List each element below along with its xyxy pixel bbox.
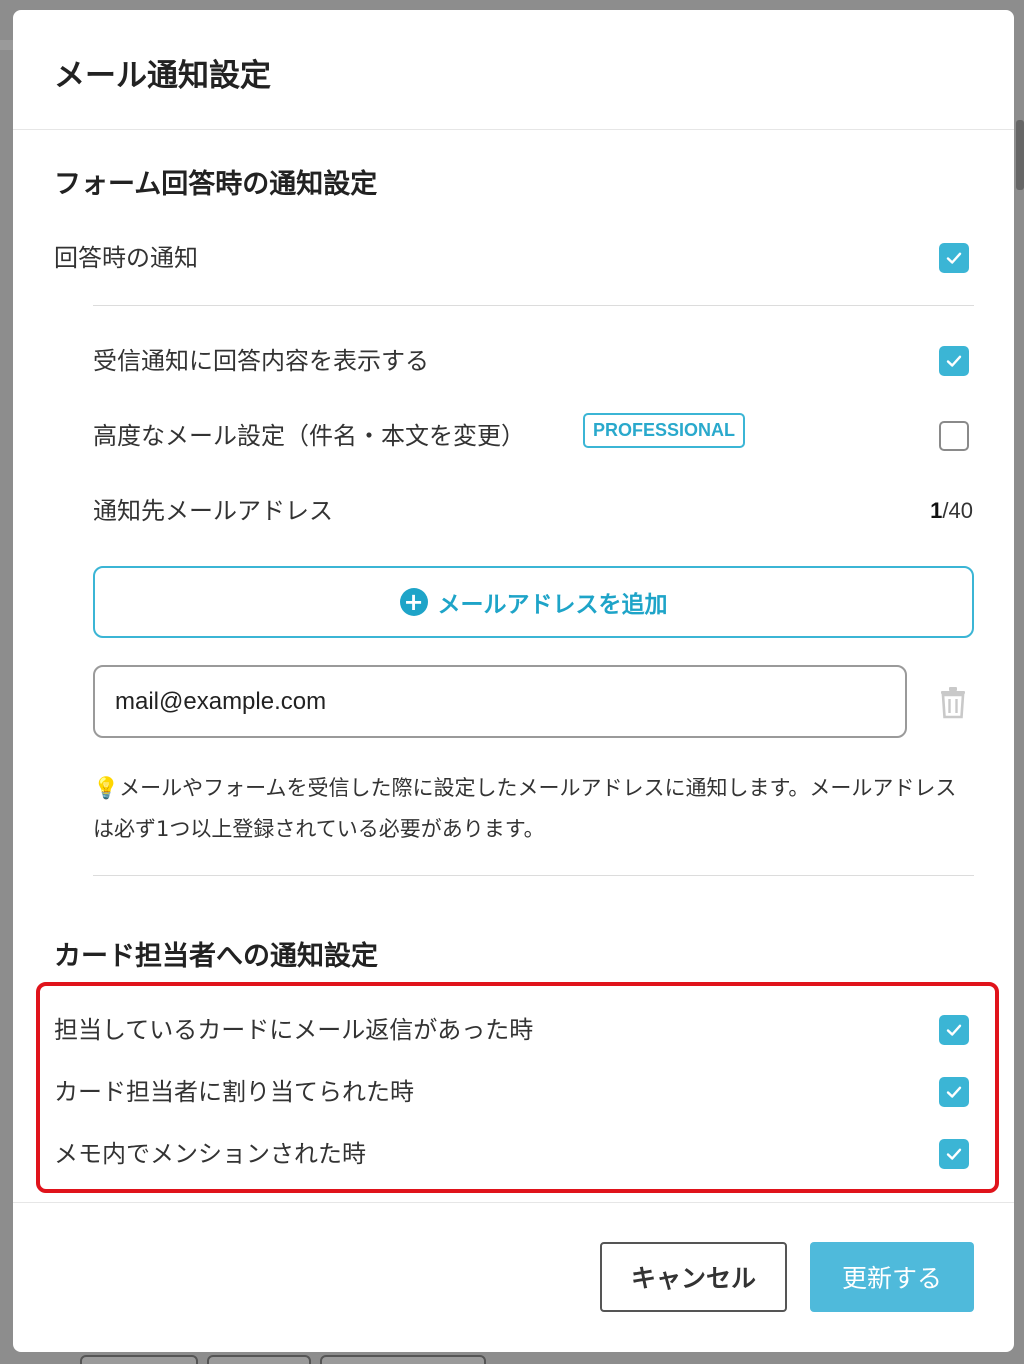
check-icon (946, 252, 962, 264)
show-content-checkbox[interactable] (939, 346, 969, 376)
mail-notification-modal: メール通知設定 フォーム回答時の通知設定 回答時の通知 受信通知に回答内容を表示… (13, 10, 1014, 1352)
trash-icon[interactable] (937, 685, 969, 719)
answer-notify-checkbox[interactable] (939, 243, 969, 273)
cancel-button[interactable]: キャンセル (600, 1242, 787, 1312)
update-button[interactable]: 更新する (810, 1242, 974, 1312)
show-content-label: 受信通知に回答内容を表示する (93, 347, 429, 375)
card-assigned-checkbox[interactable] (939, 1077, 969, 1107)
recipient-count: 1 (930, 498, 943, 523)
form-section-title: フォーム回答時の通知設定 (54, 169, 378, 200)
notification-note: 💡メールやフォームを受信した際に設定したメールアドレスに通知します。メールアドレ… (93, 776, 957, 841)
modal-title: メール通知設定 (54, 58, 271, 94)
card-mention-checkbox[interactable] (939, 1139, 969, 1169)
add-email-label: メールアドレスを追加 (437, 592, 668, 618)
card-reply-checkbox[interactable] (939, 1015, 969, 1045)
card-item-label: メモ内でメンションされた時 (54, 1140, 366, 1168)
check-icon (946, 1148, 962, 1160)
check-icon (946, 355, 962, 367)
backdrop-chip (320, 1355, 486, 1364)
answer-notify-label: 回答時の通知 (54, 244, 198, 272)
card-item-label: カード担当者に割り当てられた時 (54, 1078, 414, 1106)
advanced-mail-label: 高度なメール設定（件名・本文を変更） (93, 422, 525, 450)
footer-divider (13, 1202, 1014, 1203)
divider (93, 875, 974, 876)
backdrop-strip (0, 40, 13, 50)
email-field[interactable] (93, 665, 907, 738)
backdrop-chip (80, 1355, 198, 1364)
modal-header: メール通知設定 (13, 10, 1014, 130)
add-email-button[interactable]: + メールアドレスを追加 (93, 566, 974, 638)
card-section-title: カード担当者への通知設定 (54, 941, 378, 972)
advanced-mail-checkbox[interactable] (939, 421, 969, 451)
divider (93, 305, 974, 306)
backdrop-chip (207, 1355, 311, 1364)
check-icon (946, 1086, 962, 1098)
recipient-counter: 1/40 (930, 498, 973, 524)
backdrop-scrollbar (1016, 120, 1024, 190)
recipient-max: /40 (942, 498, 973, 523)
check-icon (946, 1024, 962, 1036)
card-item-label: 担当しているカードにメール返信があった時 (54, 1016, 534, 1044)
professional-badge: PROFESSIONAL (583, 413, 746, 448)
recipients-label: 通知先メールアドレス (93, 497, 333, 525)
plus-circle-icon: + (399, 588, 428, 616)
